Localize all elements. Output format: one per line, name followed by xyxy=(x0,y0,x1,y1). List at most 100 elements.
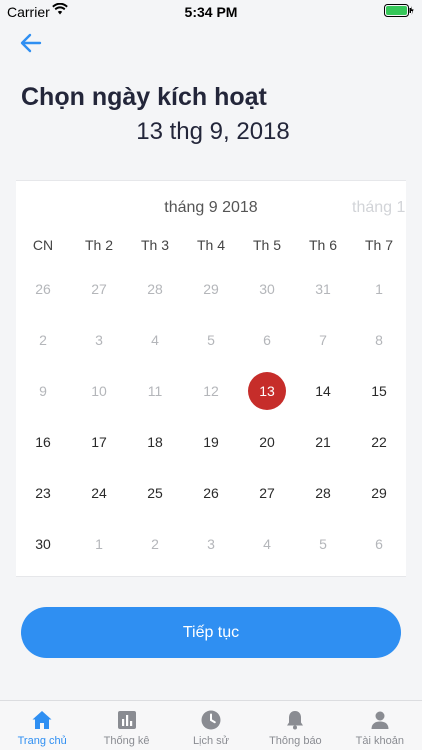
tab-account[interactable]: Tài khoản xyxy=(338,701,422,750)
calendar-day[interactable]: 8 xyxy=(351,315,406,366)
tab-home[interactable]: Trang chủ xyxy=(0,701,84,750)
calendar-day-number: 5 xyxy=(207,332,215,348)
calendar-day-number: 7 xyxy=(319,332,327,348)
calendar-day[interactable]: 23 xyxy=(16,468,71,519)
page-title: Chọn ngày kích hoạt xyxy=(21,83,267,111)
next-month-label[interactable]: tháng 1 xyxy=(352,199,405,217)
calendar-day[interactable]: 28 xyxy=(127,264,183,315)
calendar-day-number: 20 xyxy=(259,434,275,450)
bell-icon xyxy=(287,711,304,730)
calendar-day[interactable]: 12 xyxy=(183,366,239,417)
calendar-day[interactable]: 29 xyxy=(351,468,406,519)
calendar-day[interactable]: 1 xyxy=(71,519,127,570)
calendar-day-number: 4 xyxy=(151,332,159,348)
calendar-day[interactable]: 21 xyxy=(295,417,351,468)
calendar-day-number: 19 xyxy=(203,434,219,450)
calendar-day[interactable]: 4 xyxy=(127,315,183,366)
tab-label: Trang chủ xyxy=(17,735,67,747)
calendar-day[interactable]: 2 xyxy=(127,519,183,570)
calendar-day-number: 2 xyxy=(39,332,47,348)
calendar-day-number: 22 xyxy=(371,434,387,450)
calendar-week-row: 23 24 25 26 27 28 29 xyxy=(16,468,406,519)
calendar-day-number: 3 xyxy=(95,332,103,348)
calendar-day-number: 11 xyxy=(147,383,163,399)
calendar-day-number: 12 xyxy=(203,383,219,399)
calendar-day[interactable]: 28 xyxy=(295,468,351,519)
calendar-week-row: 26 27 28 29 30 31 1 xyxy=(16,264,406,315)
calendar-week-row: 16 17 18 19 20 21 22 xyxy=(16,417,406,468)
calendar-day[interactable]: 2 xyxy=(16,315,71,366)
calendar-day[interactable]: 19 xyxy=(183,417,239,468)
calendar-week-row: 30 1 2 3 4 5 6 xyxy=(16,519,406,570)
calendar-day[interactable]: 25 xyxy=(127,468,183,519)
calendar-day[interactable]: 11 xyxy=(127,366,183,417)
calendar-day[interactable]: 18 xyxy=(127,417,183,468)
calendar-day[interactable]: 3 xyxy=(71,315,127,366)
history-icon xyxy=(201,710,221,730)
stats-icon xyxy=(117,711,136,729)
tab-label: Thông báo xyxy=(269,735,322,747)
calendar-day[interactable]: 6 xyxy=(351,519,406,570)
back-arrow-icon[interactable] xyxy=(18,30,44,56)
calendar-day[interactable]: 20 xyxy=(239,417,295,468)
calendar-day-number: 23 xyxy=(35,485,51,501)
weekday-label: Th 6 xyxy=(308,237,337,253)
calendar-day[interactable]: 22 xyxy=(351,417,406,468)
calendar-week-row: 2 3 4 5 6 7 8 xyxy=(16,315,406,366)
calendar-day[interactable]: 10 xyxy=(71,366,127,417)
calendar-day[interactable]: 17 xyxy=(71,417,127,468)
continue-button[interactable]: Tiếp tục xyxy=(21,607,401,658)
calendar-day-number: 3 xyxy=(207,536,215,552)
calendar-day[interactable]: 5 xyxy=(183,315,239,366)
calendar-day-number: 5 xyxy=(319,536,327,552)
account-icon xyxy=(371,711,389,729)
tab-history[interactable]: Lịch sử xyxy=(169,701,253,750)
calendar-week-row: 9 10 11 12 13 14 15 xyxy=(16,366,406,417)
calendar-day-number: 31 xyxy=(315,281,331,297)
calendar-day-number: 15 xyxy=(371,383,387,399)
calendar-day-number: 28 xyxy=(147,281,163,297)
calendar-day[interactable]: 6 xyxy=(239,315,295,366)
calendar-day-number: 1 xyxy=(375,281,383,297)
calendar-day[interactable]: 29 xyxy=(183,264,239,315)
tab-stats[interactable]: Thống kê xyxy=(84,701,168,750)
tab-bell[interactable]: Thông báo xyxy=(253,701,337,750)
calendar-day-number: 30 xyxy=(259,281,275,297)
calendar-day[interactable]: 26 xyxy=(183,468,239,519)
calendar-day[interactable]: 24 xyxy=(71,468,127,519)
calendar-day[interactable]: 1 xyxy=(351,264,406,315)
battery-icon xyxy=(384,4,414,17)
weekday-label: Th 5 xyxy=(252,237,281,253)
calendar-day[interactable]: 5 xyxy=(295,519,351,570)
calendar-day[interactable]: 31 xyxy=(295,264,351,315)
calendar-day[interactable]: 4 xyxy=(239,519,295,570)
calendar-day-selected[interactable]: 13 xyxy=(239,366,295,417)
home-icon xyxy=(32,711,52,729)
calendar-day-number: 29 xyxy=(203,281,219,297)
calendar-day-number: 24 xyxy=(91,485,107,501)
calendar-day[interactable]: 27 xyxy=(239,468,295,519)
calendar-day[interactable]: 9 xyxy=(16,366,71,417)
calendar-day-number: 9 xyxy=(39,383,47,399)
calendar: tháng 9 2018 tháng 1 CN Th 2 Th 3 Th 4 Th 5 T… xyxy=(16,180,406,577)
calendar-day-number: 26 xyxy=(35,281,51,297)
calendar-day-number: 27 xyxy=(91,281,107,297)
calendar-day[interactable]: 7 xyxy=(295,315,351,366)
calendar-grid: 26 27 28 29 30 31 1 2 3 4 5 6 7 8 9 10 11 12 13 14 15 16 17 18 1… xyxy=(16,264,406,570)
weekday-label: Th 7 xyxy=(364,237,393,253)
weekday-label: Th 4 xyxy=(196,237,225,253)
calendar-day[interactable]: 16 xyxy=(16,417,71,468)
calendar-day-number: 25 xyxy=(147,485,163,501)
calendar-day[interactable]: 3 xyxy=(183,519,239,570)
calendar-day-number: 27 xyxy=(259,485,275,501)
calendar-day[interactable]: 30 xyxy=(16,519,71,570)
calendar-day[interactable]: 27 xyxy=(71,264,127,315)
month-label: tháng 9 2018 xyxy=(164,199,258,216)
calendar-day[interactable]: 30 xyxy=(239,264,295,315)
calendar-day-number: 29 xyxy=(371,485,387,501)
tab-label: Lịch sử xyxy=(192,735,230,747)
calendar-day[interactable]: 14 xyxy=(295,366,351,417)
calendar-day[interactable]: 26 xyxy=(16,264,71,315)
calendar-day[interactable]: 15 xyxy=(351,366,406,417)
calendar-day-number: 16 xyxy=(35,434,51,450)
